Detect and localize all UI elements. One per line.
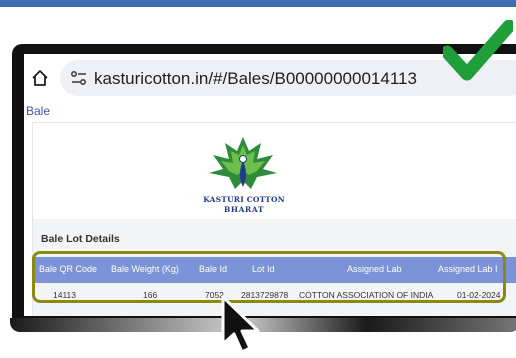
checkmark-icon: [443, 20, 513, 81]
tune-icon[interactable]: [70, 70, 88, 86]
url-text[interactable]: kasturicotton.in/#/Bales/B00000000014113: [94, 69, 417, 89]
top-accent-bar: [0, 0, 516, 7]
logo-text-secondary: BHARAT: [223, 205, 265, 214]
kasturi-cotton-logo: KASTURI COTTON BHARAT: [193, 131, 293, 215]
leaf-emblem-icon: [209, 137, 277, 189]
page-title: Bale: [26, 104, 51, 118]
table-highlight-outline: [32, 251, 506, 303]
logo-text-primary: KASTURI COTTON: [203, 195, 285, 204]
mouse-pointer-icon: [221, 295, 260, 354]
section-title: Bale Lot Details: [41, 233, 120, 245]
home-icon[interactable]: [30, 68, 50, 88]
